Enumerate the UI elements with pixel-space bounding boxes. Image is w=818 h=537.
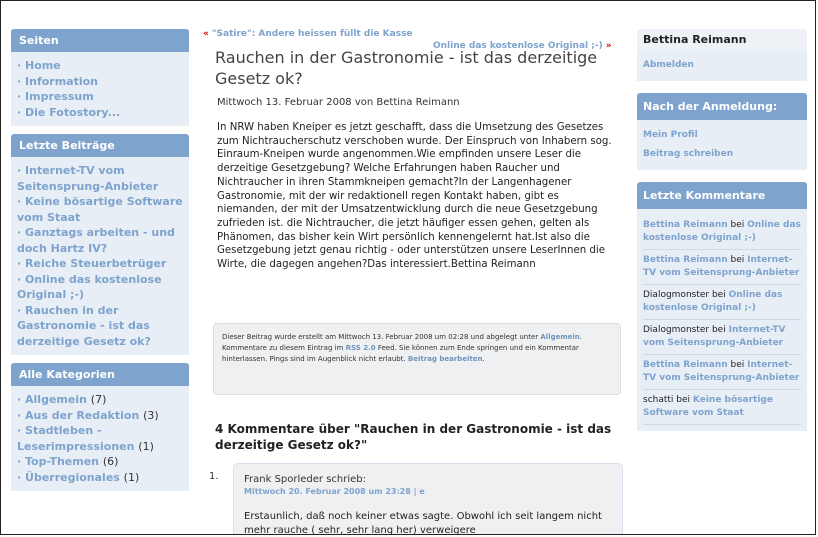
recent-post-link[interactable]: · Rauchen in der Gastronomie - ist das d…	[17, 303, 183, 350]
category-link[interactable]: · Aus der Redaktion (3)	[17, 408, 183, 424]
profile-link[interactable]: Mein Profil	[643, 126, 801, 145]
category-count: (3)	[143, 408, 159, 422]
post-meta-box: Dieser Beitrag wurde erstellt am Mittwoc…	[213, 323, 621, 395]
recent-posts-heading: Letzte Beiträge	[11, 134, 189, 157]
pages-box: Seiten · Home · Information · Impressum …	[11, 29, 189, 126]
categories-list: · Allgemein (7) · Aus der Redaktion (3) …	[11, 386, 189, 491]
category-link[interactable]: · Stadtleben - Leserimpressionen (1)	[17, 423, 183, 454]
comment-author-link[interactable]: Bettina Reimann	[643, 360, 728, 370]
sidebar-item-impressum[interactable]: · Impressum	[17, 89, 183, 105]
user-name: Bettina Reimann	[637, 29, 807, 50]
sidebar-item-fotostory[interactable]: · Die Fotostory...	[17, 105, 183, 121]
sidebar-item-home[interactable]: · Home	[17, 58, 183, 74]
category-count: (7)	[90, 393, 107, 406]
post-date-line: Mittwoch 13. Februar 2008 von Bettina Re…	[217, 97, 460, 108]
post-body: In NRW haben Kneiper es jetzt geschafft,…	[217, 122, 612, 271]
right-sidebar: Bettina Reimann Abmelden Nach der Anmeld…	[637, 29, 807, 443]
after-login-list: Mein Profil Beitrag schreiben	[637, 120, 807, 170]
recent-post-link[interactable]: · Ganztags arbeiten - und doch Hartz IV?	[17, 225, 183, 256]
comment-text: Erstaunlich, daß noch keiner etwas sagte…	[244, 511, 602, 535]
write-post-link[interactable]: Beitrag schreiben	[643, 145, 801, 164]
rss-feed-link[interactable]: RSS 2.0	[346, 344, 376, 352]
recent-post-link[interactable]: · Online das kostenlose Original ;-)	[17, 272, 183, 303]
edit-post-link[interactable]: Beitrag bearbeiten	[408, 355, 483, 363]
recent-comment-item: Dialogmonster bei Online das kostenlose …	[643, 285, 801, 320]
recent-comments-heading: Letzte Kommentare	[637, 182, 807, 209]
recent-comment-item: Dialogmonster bei Internet-TV vom Seiten…	[643, 320, 801, 355]
categories-heading: Alle Kategorien	[11, 363, 189, 386]
category-count: (1)	[123, 470, 140, 484]
recent-comment-item: schatti bei Keine bösartige Software vom…	[643, 390, 801, 425]
sidebar-item-information[interactable]: · Information	[17, 74, 183, 90]
category-link-allgemein[interactable]: Allgemein	[540, 333, 579, 341]
category-count: (1)	[138, 439, 154, 453]
category-link[interactable]: · Top-Themen (6)	[17, 454, 183, 470]
comment-author-link[interactable]: Bettina Reimann	[643, 255, 728, 265]
user-box-body: Abmelden	[637, 50, 807, 81]
recent-comment-item: Bettina Reimann bei Internet-TV vom Seit…	[643, 355, 801, 390]
recent-post-link[interactable]: · Keine bösartige Software vom Staat	[17, 194, 183, 225]
comment-author: Dialogmonster	[643, 325, 710, 335]
comments-heading: 4 Kommentare über "Rauchen in der Gastro…	[215, 422, 612, 452]
user-box: Bettina Reimann Abmelden	[637, 29, 807, 81]
recent-comment-item: Bettina Reimann bei Online das kostenlos…	[643, 215, 801, 250]
comment-permalink[interactable]: Mittwoch 20. Februar 2008 um 23:28 | e	[244, 487, 425, 496]
recent-comments-box: Letzte Kommentare Bettina Reimann bei On…	[637, 182, 807, 431]
comment-box: Frank Sporleder schrieb: Mittwoch 20. Fe…	[233, 463, 623, 535]
previous-post-link[interactable]: «"Satire": Andere heissen füllt die Kass…	[203, 29, 413, 39]
post-title: Rauchen in der Gastronomie - ist das der…	[215, 48, 598, 88]
comment-author-link[interactable]: Bettina Reimann	[643, 220, 728, 230]
recent-post-link[interactable]: · Internet-TV vom Seitensprung-Anbieter	[17, 163, 183, 194]
pages-list: · Home · Information · Impressum · Die F…	[11, 52, 189, 126]
comment-number: 1.	[209, 471, 219, 482]
recent-posts-list: · Internet-TV vom Seitensprung-Anbieter …	[11, 157, 189, 355]
recent-comment-item: Bettina Reimann bei Internet-TV vom Seit…	[643, 250, 801, 285]
left-sidebar: Seiten · Home · Information · Impressum …	[11, 29, 189, 499]
category-link[interactable]: · Überregionales (1)	[17, 470, 183, 486]
category-count: (6)	[102, 455, 119, 468]
after-login-box: Nach der Anmeldung: Mein Profil Beitrag …	[637, 93, 807, 170]
arrow-left-icon: «	[203, 29, 209, 39]
category-link[interactable]: · Allgemein (7)	[17, 392, 183, 408]
logout-link[interactable]: Abmelden	[643, 56, 801, 75]
recent-comments-list: Bettina Reimann bei Online das kostenlos…	[637, 209, 807, 431]
page-frame: Seiten · Home · Information · Impressum …	[0, 0, 816, 535]
comment-author: schatti	[643, 395, 674, 405]
categories-box: Alle Kategorien · Allgemein (7) · Aus de…	[11, 363, 189, 491]
recent-post-link[interactable]: · Reiche Steuerbetrüger	[17, 256, 183, 272]
comment-author: Frank Sporleder schrieb:	[244, 474, 367, 485]
recent-posts-box: Letzte Beiträge · Internet-TV vom Seiten…	[11, 134, 189, 355]
pages-heading: Seiten	[11, 29, 189, 52]
comment-author: Dialogmonster	[643, 290, 710, 300]
after-login-heading: Nach der Anmeldung:	[637, 93, 807, 120]
